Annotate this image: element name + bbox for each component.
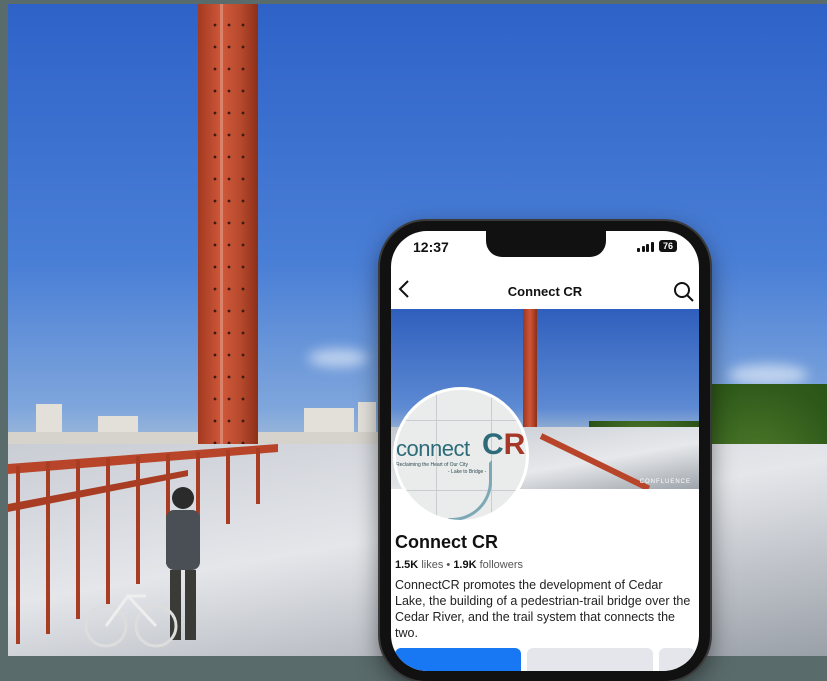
page-title: Connect CR [507, 284, 583, 299]
notch [486, 231, 606, 257]
signal-icon [637, 241, 654, 252]
phone-mockup: 12:37 76 Connect CR CONFLUENCE connect C… [380, 221, 710, 681]
phone-screen: 12:37 76 Connect CR CONFLUENCE connect C… [391, 231, 699, 671]
status-indicators: 76 [637, 240, 677, 252]
page-name: Connect CR [395, 532, 498, 552]
profile-avatar[interactable]: connect CR Reclaiming the Heart of Our C… [393, 387, 529, 523]
logo-word: connect [396, 436, 470, 461]
likes-count: 1.5K [395, 559, 419, 571]
likes-label: likes [421, 559, 444, 571]
primary-action-button[interactable] [395, 648, 521, 671]
secondary-action-button[interactable] [527, 648, 653, 671]
status-time: 12:37 [413, 239, 449, 255]
logo-c: C [482, 428, 504, 461]
more-button[interactable] [659, 648, 695, 671]
page-about: ConnectCR promotes the development of Ce… [395, 578, 691, 640]
logo-mark: CR [482, 428, 525, 462]
person-with-bicycle [84, 487, 200, 648]
stats-separator: • [446, 559, 451, 571]
search-icon[interactable] [673, 281, 695, 303]
logo-tagline-2: - Lake to Bridge - [448, 469, 487, 475]
cover-watermark: CONFLUENCE [639, 479, 691, 485]
bridge-tower [198, 4, 258, 464]
page-header: Connect CR [391, 275, 699, 309]
logo-tagline: Reclaiming the Heart of Our City [396, 462, 468, 468]
cloud [308, 349, 368, 367]
cover-tower [523, 309, 537, 437]
followers-count: 1.9K [453, 559, 477, 571]
battery-icon: 76 [658, 240, 677, 252]
followers-label: followers [479, 559, 524, 571]
page-stats: 1.5K likes • 1.9K followers [395, 559, 523, 571]
logo-r: R [503, 428, 526, 461]
